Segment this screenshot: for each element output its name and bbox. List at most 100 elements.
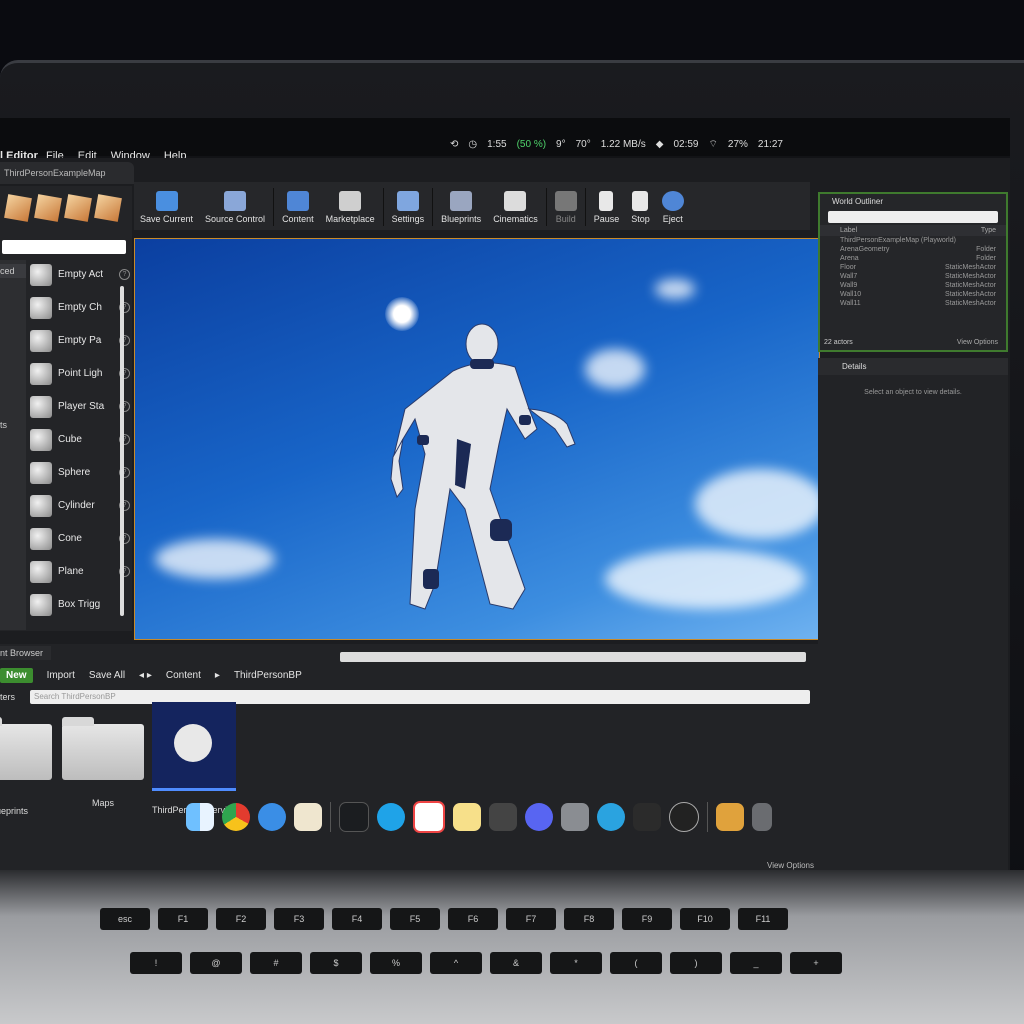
outliner-row[interactable]: Wall7 StaticMeshActor (820, 272, 1006, 281)
asset-folder-maps[interactable]: Maps (62, 714, 144, 808)
todoist-icon[interactable] (413, 801, 445, 833)
keyboard-key[interactable]: % (370, 952, 422, 974)
blueprints-button[interactable]: Blueprints (435, 182, 487, 230)
outliner-row[interactable]: ArenaGeometry Folder (820, 245, 1006, 254)
keyboard-key[interactable]: F11 (738, 908, 788, 930)
place-search-input[interactable] (2, 240, 126, 254)
eject-button[interactable]: Eject (656, 182, 690, 230)
stack-icon[interactable] (716, 803, 744, 831)
keyboard-key[interactable]: ^ (430, 952, 482, 974)
notes-icon[interactable] (453, 803, 481, 831)
battery-value[interactable]: 27% (728, 139, 748, 150)
gpu-temp[interactable]: 70° (576, 139, 591, 150)
keyboard-key[interactable]: F3 (274, 908, 324, 930)
wifi-icon[interactable]: ⌔ (709, 138, 718, 151)
dropbox-icon[interactable]: ◆ (656, 139, 664, 150)
source-control-button[interactable]: Source Control (199, 182, 271, 230)
place-scrollbar[interactable] (120, 286, 124, 616)
keyboard-key[interactable]: F2 (216, 908, 266, 930)
epic-games-icon[interactable] (633, 803, 661, 831)
keyboard-key[interactable]: * (550, 952, 602, 974)
telegram-icon[interactable] (597, 803, 625, 831)
place-item[interactable]: Cone? (30, 522, 130, 555)
mannequin-character[interactable] (135, 239, 819, 639)
keyboard-key[interactable]: ) (670, 952, 722, 974)
stop-button[interactable]: Stop (625, 182, 656, 230)
filters-dropdown[interactable]: ters (0, 692, 15, 702)
cpu-temp[interactable]: 9° (556, 139, 566, 150)
place-item[interactable]: Player Sta? (30, 390, 130, 423)
content-browser-tab[interactable]: nt Browser (0, 646, 52, 660)
asset-folder-blueprints[interactable]: lueprints (0, 714, 52, 816)
chrome-icon[interactable] (222, 803, 250, 831)
timer-icon[interactable]: ◷ (468, 139, 477, 150)
place-mode-icon[interactable] (4, 194, 32, 222)
build-button[interactable]: Build (549, 182, 583, 230)
pause-button[interactable]: Pause (588, 182, 626, 230)
place-item[interactable]: Sphere? (30, 456, 130, 489)
discord-icon[interactable] (525, 803, 553, 831)
outliner-row[interactable]: Arena Folder (820, 254, 1006, 263)
outliner-row[interactable]: ThirdPersonExampleMap (Playworld) (820, 236, 1006, 245)
time-machine-icon[interactable]: ⟲ (450, 139, 458, 150)
foliage-mode-icon[interactable] (94, 194, 122, 222)
breadcrumb-thirdpersonbp[interactable]: ThirdPersonBP (234, 670, 302, 681)
col-type[interactable]: Type (981, 227, 996, 234)
save-all-button[interactable]: Save All (89, 670, 125, 681)
landscape-mode-icon[interactable] (64, 194, 92, 222)
clock2-value[interactable]: 21:27 (758, 139, 783, 150)
map-tab[interactable]: ThirdPersonExampleMap (0, 162, 134, 184)
details-title[interactable]: Details (818, 358, 1008, 375)
asset-search-input[interactable]: Search ThirdPersonBP (30, 690, 810, 704)
paint-mode-icon[interactable] (34, 194, 62, 222)
safari-icon[interactable] (258, 803, 286, 831)
keyboard-key[interactable]: F7 (506, 908, 556, 930)
marketplace-button[interactable]: Marketplace (320, 182, 381, 230)
place-item[interactable]: Empty Act? (30, 258, 130, 291)
category-basic[interactable]: ts (0, 420, 7, 430)
category-recent[interactable]: ced (0, 264, 26, 278)
cinematics-button[interactable]: Cinematics (487, 182, 544, 230)
settings-button[interactable]: Settings (386, 182, 431, 230)
clock-value[interactable]: 02:59 (673, 139, 698, 150)
content-button[interactable]: Content (276, 182, 320, 230)
keyboard-key[interactable]: ! (130, 952, 182, 974)
outliner-row[interactable]: Wall11 StaticMeshActor (820, 299, 1006, 308)
system-preferences-icon[interactable] (561, 803, 589, 831)
add-new-button[interactable]: New (0, 667, 33, 683)
keyboard-key[interactable]: F8 (564, 908, 614, 930)
textedit-icon[interactable] (294, 803, 322, 831)
keyboard-key[interactable]: F4 (332, 908, 382, 930)
place-item[interactable]: Empty Pa? (30, 324, 130, 357)
place-item[interactable]: Plane? (30, 555, 130, 588)
keyboard-key[interactable]: + (790, 952, 842, 974)
content-view-options[interactable]: View Options (767, 861, 814, 870)
unreal-icon[interactable] (669, 802, 699, 832)
activity-monitor-icon[interactable] (339, 802, 369, 832)
place-item[interactable]: Cylinder? (30, 489, 130, 522)
outliner-search-input[interactable] (828, 211, 998, 223)
timer-value[interactable]: 1:55 (487, 139, 506, 150)
keyboard-key[interactable]: F10 (680, 908, 730, 930)
trash-icon[interactable] (752, 803, 772, 831)
place-item[interactable]: Cube? (30, 423, 130, 456)
level-viewport[interactable] (134, 238, 820, 640)
keyboard-key[interactable]: $ (310, 952, 362, 974)
keyboard-key[interactable]: F1 (158, 908, 208, 930)
outliner-row[interactable]: Wall10 StaticMeshActor (820, 290, 1006, 299)
place-item[interactable]: Point Ligh? (30, 357, 130, 390)
col-label[interactable]: Label (840, 227, 857, 234)
outliner-row[interactable]: Floor StaticMeshActor (820, 263, 1006, 272)
keyboard-key[interactable]: F5 (390, 908, 440, 930)
keyboard-key[interactable]: F6 (448, 908, 498, 930)
keyboard-key[interactable]: @ (190, 952, 242, 974)
save-current-button[interactable]: Save Current (134, 182, 199, 230)
keyboard-key[interactable]: F9 (622, 908, 672, 930)
help-icon[interactable]: ? (119, 269, 130, 280)
back-forward-arrows-icon[interactable]: ◂ ▸ (139, 670, 152, 681)
outliner-row[interactable]: Wall9 StaticMeshActor (820, 281, 1006, 290)
keyboard-key[interactable]: esc (100, 908, 150, 930)
place-item[interactable]: Box Trigg (30, 588, 130, 621)
import-button[interactable]: Import (47, 670, 75, 681)
outliner-view-options[interactable]: View Options (957, 339, 998, 346)
